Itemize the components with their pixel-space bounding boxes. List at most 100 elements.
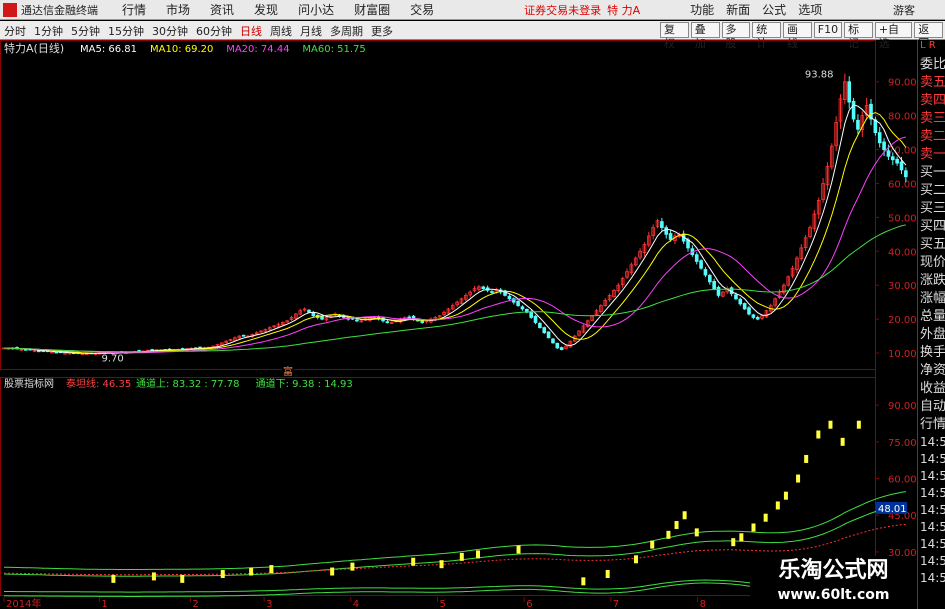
candle-body (546, 331, 551, 339)
signal-point (816, 430, 821, 439)
chart-tools: 复权叠加多股统计画线F10标记+自选返回 (660, 22, 945, 50)
tool-button-1[interactable]: 叠加 (690, 22, 720, 50)
tick-time-1: 14:50 (920, 452, 945, 466)
period-tab-9[interactable]: 多周期 (330, 23, 363, 39)
panel-tab-1[interactable]: 行情 (918, 416, 945, 434)
sub-y-tick-label: 60.00 (888, 475, 917, 486)
candle-body (856, 119, 860, 130)
panel-item-12: 涨跌 (920, 273, 945, 288)
signal-point (605, 569, 610, 578)
candle-body (407, 316, 411, 319)
period-tab-6[interactable]: 日线 (240, 23, 262, 39)
indicator-value-2: 通道下: 9.38 : 14.93 (256, 377, 353, 390)
menu-market[interactable]: 市场 (166, 1, 190, 18)
menu-discover[interactable]: 发现 (254, 1, 278, 18)
menu-ask[interactable]: 问小达 (298, 1, 334, 18)
main-y-tick-label: 50.00 (888, 213, 917, 224)
period-tab-2[interactable]: 5分钟 (71, 23, 100, 39)
login-status: 证券交易未登录 (524, 3, 602, 17)
candle-body (542, 327, 547, 334)
candle-body (886, 150, 891, 157)
panel-mark: L R (920, 40, 936, 51)
signal-point (411, 557, 416, 566)
menu-news[interactable]: 资讯 (210, 1, 234, 18)
signal-point (674, 521, 679, 530)
panel-item-11: 现价 (920, 255, 945, 270)
tool-button-5[interactable]: F10 (813, 22, 843, 38)
main-y-tick-label: 30.00 (888, 281, 917, 292)
main-y-tick-label: 90.00 (888, 78, 917, 89)
panel-item-13: 涨幅 (920, 291, 945, 306)
tool-button-0[interactable]: 复权 (660, 22, 689, 50)
signal-point (269, 565, 274, 574)
signal-point (634, 555, 639, 564)
menu-function[interactable]: 功能 (690, 1, 714, 18)
tick-time-2: 14:50 (920, 469, 945, 483)
candle-body (904, 170, 908, 178)
indicator-value-1: 通道上: 83.32 : 77.78 (136, 377, 240, 390)
panel-item-9: 买四 (920, 219, 945, 234)
period-tab-5[interactable]: 60分钟 (196, 23, 232, 39)
event-marker: 富 (283, 365, 293, 378)
period-tabs: 分时 1分钟 5分钟 15分钟 30分钟 60分钟 日线 周线 月线 多周期 更多 (4, 23, 401, 39)
tool-button-8[interactable]: 返回 (914, 22, 944, 50)
candle-body (716, 286, 721, 296)
tool-button-4[interactable]: 画线 (783, 22, 812, 50)
tool-button-6[interactable]: 标记 (844, 22, 873, 50)
signal-point (249, 567, 254, 576)
ma-legend-3: MA60: 51.75 (302, 44, 365, 55)
panel-item-4: 卖二 (920, 129, 945, 144)
x-tick-label: 3 (266, 599, 272, 609)
signal-point (180, 574, 185, 583)
candle-body (747, 307, 751, 315)
candle-body (355, 319, 359, 322)
period-tab-4[interactable]: 30分钟 (152, 23, 188, 39)
period-tab-8[interactable]: 月线 (300, 23, 322, 39)
signal-point (694, 528, 699, 537)
panel-item-0: 委比 (920, 57, 945, 72)
candle-body (882, 141, 886, 150)
indicator-value-0: 泰坦线: 46.35 (66, 377, 131, 390)
period-tab-3[interactable]: 15分钟 (108, 23, 144, 39)
menu-options[interactable]: 选项 (798, 1, 822, 18)
high-price-label: 93.88 (805, 69, 834, 80)
candle-body (555, 342, 560, 349)
panel-item-3: 卖三 (920, 111, 945, 126)
x-tick-label: 1 (101, 599, 107, 609)
signal-point (682, 511, 687, 520)
panel-item-7: 买二 (920, 183, 945, 198)
panel-item-6: 买一 (920, 165, 945, 180)
panel-tab-0[interactable]: 自动 (918, 398, 945, 416)
watermark-title: 乐淘公式网 (778, 558, 889, 583)
candle-body (516, 300, 520, 306)
candle-body (699, 260, 703, 269)
watermark-url: www.60lt.com (777, 587, 890, 603)
guest-label[interactable]: 游客 (893, 2, 915, 18)
period-tab-1[interactable]: 1分钟 (34, 23, 63, 39)
menu-trade[interactable]: 交易 (410, 1, 434, 18)
signal-point (666, 530, 671, 539)
period-tab-10[interactable]: 更多 (371, 23, 393, 39)
candle-body (664, 227, 669, 235)
menu-new-page[interactable]: 新面 (726, 1, 750, 18)
ma-line-MA20 (3, 136, 907, 354)
tool-button-3[interactable]: 统计 (752, 22, 781, 50)
chart-area[interactable]: 10.0020.0030.0040.0050.0060.0070.0080.00… (0, 40, 917, 609)
menu-wealth[interactable]: 财富圈 (354, 1, 390, 18)
main-y-tick-label: 80.00 (888, 112, 917, 123)
menu-quotes[interactable]: 行情 (122, 1, 146, 18)
tool-button-2[interactable]: 多股 (721, 22, 751, 50)
menu-formula[interactable]: 公式 (762, 1, 786, 18)
tool-button-7[interactable]: +自选 (874, 22, 913, 50)
candle-body (707, 275, 712, 283)
signal-point (581, 577, 586, 586)
sub-panel-frame (0, 377, 876, 596)
right-info-panel: L R 委比 卖五 卖四 卖三 卖二 卖一 买一 买二 买三 买四 买五 现价 涨跌 涨幅 总量 外盘 换手 净资收… (917, 40, 945, 609)
panel-item-14: 总量 (920, 309, 945, 324)
panel-item-15: 外盘 (920, 327, 945, 342)
panel-item-8: 买三 (920, 201, 945, 216)
x-tick-label: 4 (353, 599, 359, 609)
period-tab-7[interactable]: 周线 (270, 23, 292, 39)
period-tab-0[interactable]: 分时 (4, 23, 26, 39)
candle-body (559, 347, 564, 351)
